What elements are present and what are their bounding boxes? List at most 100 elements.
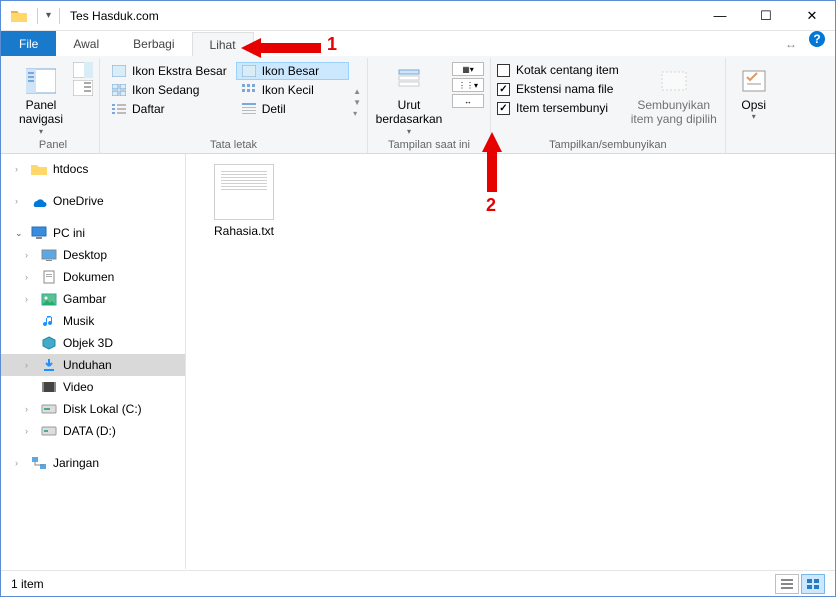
menubar: File Awal Berbagi Lihat ↔ ? — [1, 31, 835, 56]
hide-selected-button[interactable]: Sembunyikan item yang dipilih — [629, 62, 719, 127]
group-options: Opsi ▾ — [726, 58, 782, 153]
tree-pictures[interactable]: ›Gambar — [1, 288, 185, 310]
music-icon — [41, 313, 57, 329]
group-panel: Panel navigasi ▾ Panel — [7, 58, 100, 153]
layout-list[interactable]: Daftar — [106, 100, 232, 118]
tree-disk-d[interactable]: ›DATA (D:) — [1, 420, 185, 442]
group-label-panel: Panel — [39, 139, 67, 151]
layout-extra-large[interactable]: Ikon Ekstra Besar — [106, 62, 232, 80]
documents-icon — [41, 269, 57, 285]
file-thumb-icon — [214, 164, 274, 220]
tree-label: Video — [63, 380, 93, 394]
network-icon — [31, 455, 47, 471]
window-title: Tes Hasduk.com — [70, 9, 697, 23]
tree-video[interactable]: Video — [1, 376, 185, 398]
qat-dropdown-icon[interactable]: ▾ — [42, 10, 55, 21]
view-details-button[interactable] — [775, 574, 799, 594]
checkbox-hidden-items[interactable]: Item tersembunyi — [497, 100, 619, 116]
layout-large[interactable]: Ikon Besar — [236, 62, 349, 80]
checkbox-item-checkboxes[interactable]: Kotak centang item — [497, 62, 619, 78]
minimize-button[interactable]: — — [697, 1, 743, 30]
checkbox-file-extensions[interactable]: Ekstensi nama file — [497, 81, 619, 97]
help-icon[interactable]: ? — [809, 31, 825, 47]
objects3d-icon — [41, 335, 57, 351]
tree-label: Musik — [63, 314, 94, 328]
group-label-show-hide: Tampilkan/sembunyikan — [549, 139, 666, 151]
tree-htdocs[interactable]: ›htdocs — [1, 158, 185, 180]
disk-icon — [41, 401, 57, 417]
tab-berbagi[interactable]: Berbagi — [116, 31, 191, 56]
content-area[interactable]: Rahasia.txt — [186, 154, 835, 569]
tree-label: Desktop — [63, 248, 107, 262]
group-by-button[interactable]: ▦▾ — [452, 62, 484, 76]
pc-icon — [31, 225, 47, 241]
layout-xlarge-label: Ikon Ekstra Besar — [132, 64, 227, 78]
pictures-icon — [41, 291, 57, 307]
add-columns-button[interactable]: ⋮⋮▾ — [452, 78, 484, 92]
tree-label: Objek 3D — [63, 336, 113, 350]
checkbox-ext-label: Ekstensi nama file — [516, 82, 613, 96]
nav-panel-button[interactable]: Panel navigasi ▾ — [13, 62, 69, 136]
details-pane-button[interactable] — [73, 80, 93, 96]
layout-large-label: Ikon Besar — [262, 64, 319, 78]
group-current-view: Urut berdasarkan ▾ ▦▾ ⋮⋮▾ ↔ Tampilan saa… — [368, 58, 491, 153]
group-label-current-view: Tampilan saat ini — [388, 139, 470, 151]
layout-medium-label: Ikon Sedang — [132, 83, 199, 97]
file-tab[interactable]: File — [1, 31, 56, 56]
ribbon: Panel navigasi ▾ Panel Ikon Ekstra Besar… — [1, 56, 835, 154]
tree-label: Disk Lokal (C:) — [63, 402, 142, 416]
hide-selected-icon — [660, 64, 688, 98]
tree-network[interactable]: ›Jaringan — [1, 452, 185, 474]
tree-pc[interactable]: ⌄PC ini — [1, 222, 185, 244]
desktop-icon — [41, 247, 57, 263]
tree-label: Jaringan — [53, 456, 99, 470]
window-controls: — ☐ ✕ — [697, 1, 835, 30]
tree-label: htdocs — [53, 162, 88, 176]
preview-pane-button[interactable] — [73, 62, 93, 78]
tree-music[interactable]: Musik — [1, 310, 185, 332]
sort-label: Urut berdasarkan — [376, 98, 443, 127]
maximize-button[interactable]: ☐ — [743, 1, 789, 30]
group-layout: Ikon Ekstra Besar Ikon Sedang Daftar Iko… — [100, 58, 368, 153]
onedrive-icon — [31, 193, 47, 209]
tree-disk-c[interactable]: ›Disk Lokal (C:) — [1, 398, 185, 420]
tab-awal[interactable]: Awal — [56, 31, 116, 56]
size-columns-button[interactable]: ↔ — [452, 94, 484, 108]
sort-button[interactable]: Urut berdasarkan ▾ — [374, 62, 444, 136]
downloads-icon — [41, 357, 57, 373]
file-name: Rahasia.txt — [214, 224, 274, 238]
video-icon — [41, 379, 57, 395]
layout-list-label: Daftar — [132, 102, 165, 116]
file-item[interactable]: Rahasia.txt — [204, 164, 284, 238]
annotation-label-1: 1 — [327, 34, 337, 55]
folder-icon — [31, 161, 47, 177]
layout-small[interactable]: Ikon Kecil — [236, 81, 349, 99]
options-icon — [741, 64, 767, 98]
annotation-arrow-2 — [482, 132, 502, 192]
layout-detail[interactable]: Detil — [236, 100, 349, 118]
options-button[interactable]: Opsi ▾ — [732, 62, 776, 122]
annotation-label-2: 2 — [486, 195, 496, 216]
group-label-options — [752, 139, 755, 151]
group-label-layout: Tata letak — [210, 139, 257, 151]
sort-icon — [395, 64, 423, 98]
disk-icon — [41, 423, 57, 439]
options-label: Opsi — [741, 98, 766, 112]
close-button[interactable]: ✕ — [789, 1, 835, 30]
tree-onedrive[interactable]: ›OneDrive — [1, 190, 185, 212]
status-item-count: 1 item — [11, 577, 44, 591]
tree-label: OneDrive — [53, 194, 104, 208]
tree-documents[interactable]: ›Dokumen — [1, 266, 185, 288]
tree-downloads[interactable]: ›Unduhan — [1, 354, 185, 376]
titlebar: ▾ Tes Hasduk.com — ☐ ✕ — [1, 1, 835, 31]
view-large-icons-button[interactable] — [801, 574, 825, 594]
nav-panel-icon — [26, 64, 56, 98]
tree-3d-objects[interactable]: Objek 3D — [1, 332, 185, 354]
group-show-hide: Kotak centang item Ekstensi nama file It… — [491, 58, 726, 153]
nav-panel-label: Panel navigasi — [19, 98, 63, 127]
layout-medium[interactable]: Ikon Sedang — [106, 81, 232, 99]
nav-tree[interactable]: ›htdocs ›OneDrive ⌄PC ini ›Desktop ›Doku… — [1, 154, 186, 569]
ribbon-expand-icon[interactable]: ↔ — [777, 31, 805, 56]
tree-desktop[interactable]: ›Desktop — [1, 244, 185, 266]
annotation-arrow-1 — [241, 38, 321, 58]
